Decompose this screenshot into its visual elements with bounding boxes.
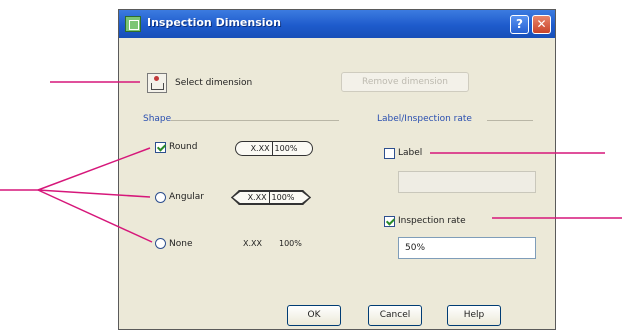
angular-preview-inner: X.XX 100% (233, 192, 309, 203)
remove-dimension-button[interactable]: Remove dimension (341, 72, 469, 92)
none-preview-rate: 100% (279, 239, 302, 248)
angular-radio[interactable] (155, 192, 166, 203)
angular-preview-value: X.XX (247, 193, 267, 202)
shape-group-label: Shape (143, 114, 172, 124)
angular-preview-rate: 100% (271, 193, 295, 202)
none-preview-value: X.XX (243, 239, 262, 248)
angular-shape-preview: X.XX 100% (231, 190, 311, 205)
round-label: Round (169, 142, 198, 152)
round-preview-separator (271, 142, 273, 155)
cancel-button[interactable]: Cancel (368, 305, 422, 326)
inspection-rate-field[interactable] (398, 237, 536, 259)
inspection-rate-checkbox[interactable] (384, 216, 395, 227)
round-preview-value: X.XX (250, 144, 270, 153)
title-bar[interactable]: Inspection Dimension ? ✕ (119, 10, 555, 38)
title-help-button[interactable]: ? (510, 15, 529, 34)
label-checkbox-label: Label (398, 148, 423, 158)
round-checkbox[interactable] (155, 142, 166, 153)
label-rate-group-divider (487, 120, 533, 121)
help-button[interactable]: Help (447, 305, 501, 326)
none-label: None (169, 239, 193, 249)
none-radio[interactable] (155, 238, 166, 249)
select-dimension-icon[interactable] (147, 73, 167, 93)
select-dimension-label: Select dimension (175, 78, 253, 88)
round-preview-rate: 100% (274, 144, 298, 153)
label-field[interactable] (398, 171, 536, 193)
inspection-dimension-dialog: Inspection Dimension ? ✕ Select dimensio… (118, 9, 556, 330)
angular-label: Angular (169, 192, 204, 202)
close-button[interactable]: ✕ (532, 15, 551, 34)
shape-group-divider (171, 120, 339, 121)
round-shape-preview: X.XX 100% (235, 141, 313, 156)
angular-preview-separator (269, 191, 270, 204)
dialog-title: Inspection Dimension (147, 16, 281, 29)
inspection-rate-label: Inspection rate (398, 216, 466, 226)
app-icon (125, 16, 141, 32)
label-rate-group-label: Label/Inspection rate (377, 114, 472, 124)
ok-button[interactable]: OK (287, 305, 341, 326)
label-checkbox[interactable] (384, 148, 395, 159)
